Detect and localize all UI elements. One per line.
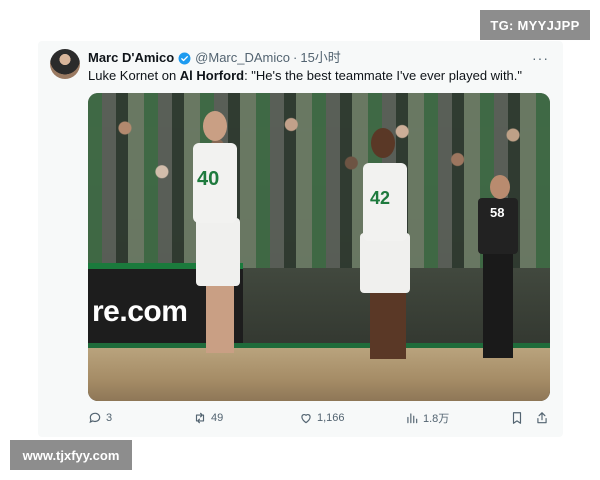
referee-legs bbox=[483, 253, 513, 358]
views-chart-icon bbox=[407, 413, 418, 424]
like-count: 1,166 bbox=[317, 412, 345, 424]
avatar[interactable] bbox=[50, 49, 80, 79]
tweet-card[interactable]: Marc D'Amico @Marc_DAmico · 15小时 ··· Luk… bbox=[38, 41, 563, 437]
watermark-top: TG: MYYJJPP bbox=[480, 10, 590, 40]
referee-number: 58 bbox=[490, 205, 505, 220]
tweet-text-prefix: Luke Kornet on bbox=[88, 68, 180, 83]
bookmark-button[interactable] bbox=[510, 408, 528, 428]
tweet-photo[interactable]: re.com 40 42 58 bbox=[88, 93, 550, 401]
views-count: 1.8万 bbox=[423, 413, 450, 425]
author-name[interactable]: Marc D'Amico bbox=[88, 50, 174, 66]
share-icon bbox=[537, 412, 547, 424]
tweet-text-quote: : "He's the best teammate I've ever play… bbox=[244, 68, 523, 83]
player-kornet-shorts bbox=[196, 218, 240, 286]
views-button[interactable]: 1.8万 bbox=[405, 408, 449, 428]
reply-button[interactable]: 3 bbox=[88, 408, 112, 428]
watermark-bottom: www.tjxfyy.com bbox=[10, 440, 132, 470]
player-horford-legs bbox=[370, 289, 406, 359]
referee-head bbox=[490, 175, 510, 199]
retweet-count: 49 bbox=[211, 412, 224, 424]
player-horford-shorts bbox=[360, 233, 410, 293]
tweet-actions: 3 49 1,166 1.8万 bbox=[88, 408, 550, 428]
court-floor bbox=[88, 348, 550, 401]
ad-board-text: re.com bbox=[92, 295, 188, 328]
retweet-icon bbox=[195, 412, 205, 424]
jersey-number-kornet: 40 bbox=[197, 168, 220, 190]
tweet-text-mention: Al Horford bbox=[179, 68, 245, 83]
reply-icon bbox=[89, 412, 101, 424]
heart-icon bbox=[301, 414, 311, 424]
more-options-icon[interactable]: ··· bbox=[532, 50, 549, 66]
share-button[interactable] bbox=[535, 408, 553, 428]
player-kornet-head bbox=[203, 111, 227, 141]
player-horford-head bbox=[371, 128, 395, 158]
tweet-time[interactable]: 15小时 bbox=[300, 50, 340, 66]
retweet-button[interactable]: 49 bbox=[193, 408, 223, 428]
tweet-header: Marc D'Amico @Marc_DAmico · 15小时 bbox=[88, 50, 341, 66]
like-button[interactable]: 1,166 bbox=[299, 408, 345, 428]
reply-count: 3 bbox=[106, 412, 113, 424]
verified-badge-icon bbox=[178, 52, 191, 64]
player-kornet-legs bbox=[206, 283, 234, 353]
author-handle[interactable]: @Marc_DAmico bbox=[195, 50, 290, 66]
separator-dot: · bbox=[293, 50, 298, 65]
bookmark-icon bbox=[512, 412, 522, 424]
jersey-number-horford: 42 bbox=[370, 188, 391, 208]
tweet-text: Luke Kornet on Al Horford: "He's the bes… bbox=[88, 68, 522, 84]
